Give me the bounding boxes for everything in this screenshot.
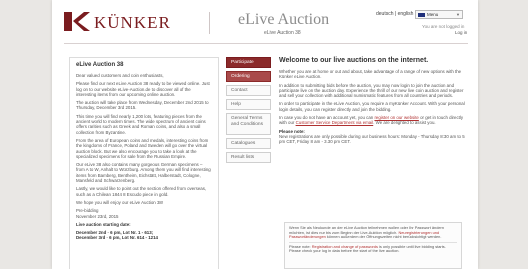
- welcome-paragraph: Whether you are at home or out and about…: [279, 69, 462, 80]
- register-text-end: . We are delighted to assist you.: [373, 120, 436, 126]
- chevron-down-icon: ▼: [456, 12, 460, 17]
- welcome-paragraph-register: In case you do not have an account yet, …: [279, 115, 469, 126]
- menu-item-help[interactable]: Help: [226, 99, 271, 110]
- auction-info-panel: eLive Auction 38 Dear valued customers a…: [69, 57, 219, 269]
- live-auction-start-label: Live auction starting date:: [76, 221, 131, 227]
- menu-item-participate[interactable]: Participate: [226, 57, 271, 68]
- auction-info-paragraph: From the area of European coins and meda…: [76, 137, 209, 159]
- auction-info-title: eLive Auction 38: [76, 62, 124, 68]
- menu-select[interactable]: Menu ▼: [415, 10, 463, 19]
- auction-info-paragraph: The auction will take place from Wednesd…: [76, 100, 209, 111]
- menu-item-catalogues[interactable]: Catalogues: [226, 138, 271, 149]
- auction-info-paragraph: Please find our next eLive Auction 38 re…: [76, 81, 210, 97]
- registration-info-box: Wenn Sie als Neukunde an der eLive Aucti…: [284, 222, 462, 269]
- welcome-panel: Welcome to our live auctions on the inte…: [279, 57, 469, 269]
- language-links: deutsch | english: [376, 11, 413, 17]
- info-de-text-end: können außerdem der Öffnungszeiten nicht…: [325, 234, 442, 240]
- info-box-divider: [289, 241, 457, 243]
- live-auction-day-2: December 3rd · 6 pm, Lot Nr. 614 - 1214: [76, 235, 158, 241]
- register-link[interactable]: register on our website: [374, 115, 418, 120]
- menu-item-result-lists[interactable]: Result lists: [226, 152, 271, 163]
- auction-info-paragraph: Lastly, we would like to point out the s…: [76, 186, 207, 197]
- login-status: You are not logged in: [422, 24, 465, 29]
- prebidding-date: Pre-bidding November 23rd, 2015: [76, 208, 119, 219]
- menu-select-value: Menu: [427, 12, 439, 17]
- customer-service-link[interactable]: Customer Service Department via email: [296, 120, 374, 125]
- elive-auction-title: eLive Auction: [238, 11, 330, 28]
- auction-info-paragraph: We hope you will enjoy our eLive Auction…: [76, 199, 164, 205]
- register-text: In case you do not have an account yet, …: [279, 115, 375, 121]
- auction-info-paragraph: Dear valued customers and coin enthusias…: [76, 73, 164, 78]
- auction-info-paragraph: This time you will find nearly 1,200 lot…: [76, 113, 206, 135]
- kunker-logo-icon[interactable]: [64, 12, 90, 31]
- header-rule: [64, 43, 468, 44]
- menu-item-contact[interactable]: Contact: [226, 85, 271, 96]
- side-menu: Participate Ordering Contact Help Genera…: [226, 57, 271, 166]
- logo-text[interactable]: KÜNKER: [94, 13, 171, 33]
- welcome-paragraph: In addition to submitting bids before th…: [279, 82, 464, 99]
- menu-item-terms[interactable]: General Terms and Conditions: [226, 113, 271, 135]
- lang-link-english[interactable]: english: [398, 11, 414, 17]
- menu-item-ordering[interactable]: Ordering: [226, 71, 271, 82]
- welcome-title: Welcome to our live auctions on the inte…: [279, 57, 429, 64]
- welcome-paragraph: In order to participate in the eLive Auc…: [279, 101, 465, 112]
- auction-info-paragraph: Our eLive 38 also contains many gorgeous…: [76, 162, 211, 184]
- lang-link-deutsch[interactable]: deutsch: [376, 11, 394, 17]
- note-text: New registrations are only possible duri…: [279, 133, 465, 145]
- elive-auction-subtitle: eLive Auction 38: [264, 30, 301, 36]
- info-box-german: Wenn Sie als Neukunde an der eLive Aucti…: [289, 225, 457, 240]
- login-link[interactable]: Log in: [455, 30, 467, 35]
- info-box-english: Please note: Registration and change of …: [289, 244, 457, 254]
- flag-icon: [418, 12, 425, 17]
- header-divider: [209, 12, 210, 34]
